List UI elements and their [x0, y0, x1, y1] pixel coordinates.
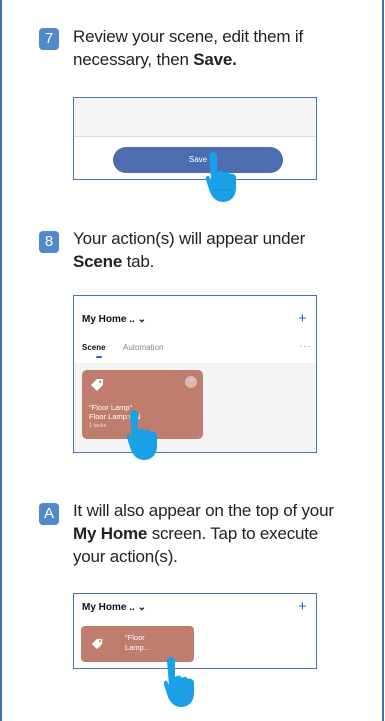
my-home-title[interactable]: My Home .. ⌄ [82, 314, 146, 325]
step-7-line2-prefix: necessary, then [73, 50, 194, 69]
step-8-screenshot-panel: My Home .. ⌄ + Scene Automation ··· ··· … [73, 295, 317, 453]
tag-icon [91, 379, 103, 391]
step-8-line2-suffix: tab. [122, 252, 155, 271]
step-8-badge: 8 [39, 231, 59, 253]
step-7-text: Review your scene, edit them if necessar… [73, 25, 363, 71]
step-a-line3: your action(s). [73, 547, 178, 566]
tab-scene-indicator [96, 356, 102, 358]
pointing-hand-icon [163, 657, 194, 707]
more-icon[interactable]: ··· [299, 341, 312, 352]
step-a-text: It will also appear on the top of your M… [73, 499, 363, 568]
card-task-count: 1 tasks [89, 423, 107, 429]
step-7-save-bold: Save. [193, 50, 237, 69]
step-7-badge: 7 [39, 28, 59, 50]
tag-icon [91, 638, 103, 650]
frame-left-border [0, 0, 2, 721]
shortcut-line2: Lamp... [125, 643, 151, 652]
step-a-badge: A [39, 503, 59, 525]
card-more-icon[interactable]: ··· [185, 376, 197, 388]
tab-scene[interactable]: Scene [82, 343, 106, 352]
step-8-line1: Your action(s) will appear under [73, 229, 306, 248]
tab-automation[interactable]: Automation [123, 343, 163, 352]
pointing-hand-icon [126, 410, 157, 460]
step-8-scene-bold: Scene [73, 252, 123, 271]
shortcut-line1: "Floor [125, 633, 145, 642]
my-home-title[interactable]: My Home .. ⌄ [82, 602, 146, 613]
step-7-screenshot-panel: Save [73, 97, 317, 180]
step-a-line2-suffix: screen. Tap to execute [147, 524, 319, 543]
step-a-my-home-bold: My Home [73, 524, 148, 543]
step-7-line1: Review your scene, edit them if [73, 27, 304, 46]
pointing-hand-icon [205, 152, 236, 202]
step-a-line1: It will also appear on the top of your [73, 501, 334, 520]
save-button[interactable]: Save [113, 147, 283, 173]
panel-top-area [74, 98, 316, 137]
plus-icon[interactable]: + [298, 599, 307, 614]
plus-icon[interactable]: + [298, 311, 307, 326]
step-8-text: Your action(s) will appear under Scene t… [73, 227, 363, 273]
frame-right-border [382, 0, 384, 721]
